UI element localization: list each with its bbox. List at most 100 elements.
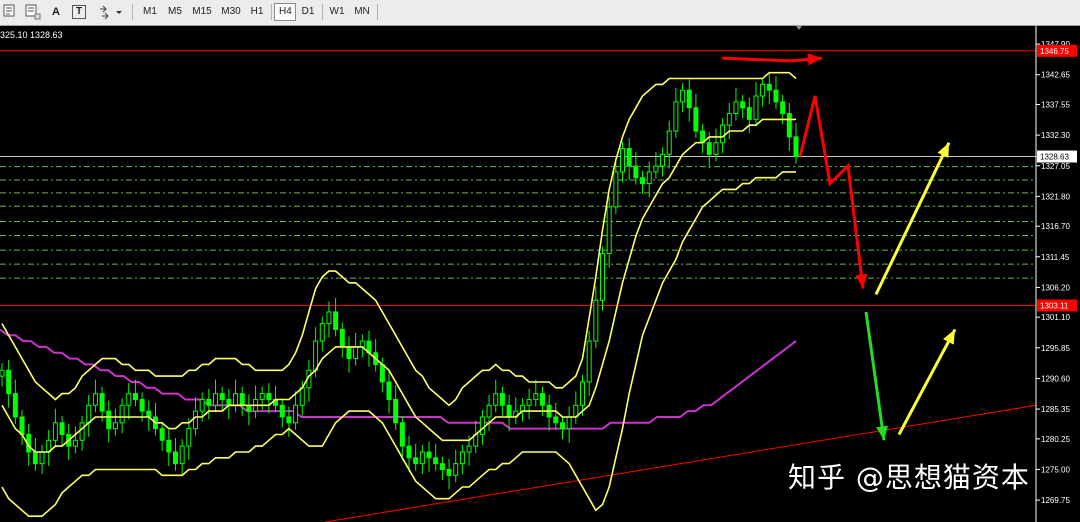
candle-body [72, 439, 78, 447]
candle-body [453, 463, 459, 476]
price-chart[interactable]: 325.10 1328.63 1347.901342.651337.551332… [0, 26, 1080, 522]
candle-body [246, 404, 252, 412]
candle-body [586, 340, 592, 383]
candle-body [32, 451, 38, 465]
candle-body [666, 130, 672, 155]
candle-body [553, 416, 559, 424]
candle-body [746, 107, 752, 120]
candle-body [533, 393, 539, 400]
candle-body [139, 398, 145, 412]
candle-body [159, 428, 165, 441]
candle-body [172, 451, 178, 465]
candle-body [673, 101, 679, 132]
arrow-icon [100, 5, 122, 20]
candle-body [226, 398, 232, 406]
timeframe-button-m30[interactable]: M30 [217, 3, 245, 21]
candle-body [132, 393, 138, 400]
candle-body [559, 422, 565, 430]
ohlc-header: 325.10 1328.63 [0, 30, 63, 40]
candle-body [620, 148, 626, 173]
timeframe-button-w1[interactable]: W1 [325, 3, 349, 21]
price-label: 1328.63 [1040, 153, 1069, 162]
candle-body [786, 113, 792, 138]
candle-body [406, 445, 412, 459]
candle-body [646, 171, 652, 185]
text-label-icon: T [72, 5, 86, 19]
price-tick-label: 1321.80 [1041, 192, 1070, 201]
candle-body [279, 404, 285, 418]
candle-body [199, 398, 205, 412]
candle-body [386, 381, 392, 400]
price-tick-label: 1327.05 [1041, 162, 1070, 171]
price-tick-label: 1332.30 [1041, 131, 1070, 140]
candle-body [19, 416, 25, 435]
candle-body [706, 142, 712, 155]
candle-body [393, 398, 399, 424]
candle-body [79, 422, 85, 441]
candle-body [399, 422, 405, 447]
price-tick-label: 1306.20 [1041, 283, 1070, 292]
timeframe-button-m15[interactable]: M15 [188, 3, 216, 21]
timeframe-button-d1[interactable]: D1 [297, 3, 319, 21]
price-tick-label: 1280.25 [1041, 435, 1070, 444]
candle-body [653, 165, 659, 173]
candle-body [166, 439, 172, 453]
candle-body [126, 393, 132, 406]
candle-body [266, 393, 272, 400]
candle-body [299, 387, 305, 406]
timeframe-button-h4[interactable]: H4 [274, 3, 296, 21]
toolbar-separator [132, 4, 133, 20]
toolbar-separator [377, 4, 378, 20]
candle-body [99, 393, 105, 412]
candle-body [633, 165, 639, 179]
timeframe-button-m1[interactable]: M1 [138, 3, 162, 21]
price-tick-label: 1275.00 [1041, 465, 1070, 474]
candle-body [499, 393, 505, 406]
candle-body [493, 393, 499, 406]
candle-body [192, 410, 198, 430]
candle-body [600, 253, 606, 301]
candle-body [239, 393, 245, 406]
price-tick-label: 1311.45 [1041, 253, 1070, 262]
candle-body [339, 328, 345, 348]
candle-body [119, 404, 125, 424]
candle-body [333, 311, 339, 330]
candle-body [146, 410, 152, 418]
candle-body [486, 404, 492, 418]
template-icon[interactable] [24, 3, 42, 21]
candle-body [112, 422, 118, 430]
candle-body [286, 416, 292, 424]
candle-body [379, 363, 385, 383]
candle-body [433, 457, 439, 465]
timeframe-button-mn[interactable]: MN [350, 3, 374, 21]
candle-body [346, 346, 352, 360]
candle-body [773, 89, 779, 103]
candle-body [753, 95, 759, 120]
text-tool-button[interactable]: A [48, 3, 64, 21]
toolbar-separator [322, 4, 323, 20]
candle-body [419, 451, 425, 465]
price-tick-label: 1342.65 [1041, 71, 1070, 80]
candle-body [186, 428, 192, 447]
timeframe-button-m5[interactable]: M5 [163, 3, 187, 21]
toolbar-separator [271, 4, 272, 20]
candle-body [539, 393, 545, 406]
candle-body [179, 445, 185, 465]
timeframe-button-h1[interactable]: H1 [246, 3, 268, 21]
candle-body [446, 468, 452, 476]
candle-body [713, 142, 719, 155]
candle-body [720, 124, 726, 144]
candle-body [313, 340, 319, 371]
candle-body [319, 323, 325, 342]
chart-properties-icon[interactable] [2, 3, 18, 21]
price-tick-label: 1316.70 [1041, 222, 1070, 231]
arrow-tool-button[interactable] [96, 3, 126, 21]
candle-body [479, 416, 485, 435]
candle-body [613, 171, 619, 208]
price-tick-label: 1301.10 [1041, 313, 1070, 322]
text-label-tool-button[interactable]: T [70, 3, 88, 21]
candle-body [526, 398, 532, 406]
candle-body [606, 206, 612, 255]
toolbar: A T M1 M5 M15 M30 H1 H4 D1 W1 MN [0, 0, 1080, 26]
candle-body [439, 463, 445, 470]
